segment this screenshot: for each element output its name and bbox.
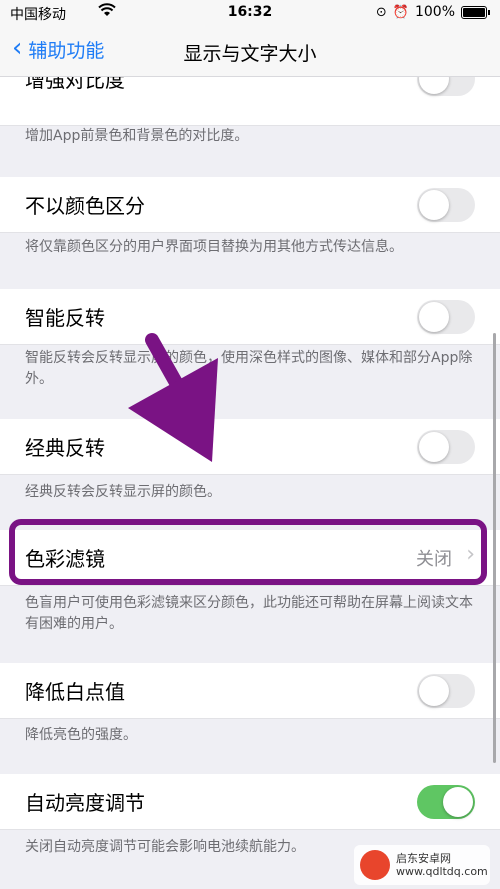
row-label: 智能反转 <box>25 306 105 330</box>
navigation-bar: ‹ 辅助功能 显示与文字大小 <box>0 26 500 77</box>
watermark: 启东安卓网 www.qdltdq.com <box>354 845 490 885</box>
toggle-knob <box>419 77 449 94</box>
row-label: 色彩滤镜 <box>25 547 105 571</box>
white-point-footer: 降低亮色的强度。 <box>25 727 137 743</box>
classic-invert-toggle[interactable] <box>417 430 475 464</box>
row-classic-invert[interactable]: 经典反转 <box>0 419 500 475</box>
differentiate-without-color-toggle[interactable] <box>417 188 475 222</box>
toggle-knob <box>419 190 449 220</box>
increase-contrast-toggle[interactable] <box>417 77 475 96</box>
row-auto-brightness[interactable]: 自动亮度调节 <box>0 774 500 830</box>
alarm-icon: ⏰ <box>392 4 409 20</box>
row-color-filters[interactable]: 色彩滤镜 关闭 › <box>0 530 500 586</box>
toggle-knob <box>419 302 449 332</box>
toggle-knob <box>443 787 473 817</box>
orientation-lock-icon: ⊙ <box>375 4 387 20</box>
status-bar: 中国移动 16:32 ⊙ ⏰ 100% <box>0 0 500 26</box>
smart-invert-toggle[interactable] <box>417 300 475 334</box>
row-reduce-white-point[interactable]: 降低白点值 <box>0 663 500 719</box>
row-smart-invert[interactable]: 智能反转 <box>0 289 500 345</box>
color-filters-value: 关闭 <box>416 549 452 570</box>
watermark-url: www.qdltdq.com <box>396 865 488 878</box>
increase-contrast-footer: 增加App前景色和背景色的对比度。 <box>25 128 249 144</box>
toggle-knob <box>419 676 449 706</box>
watermark-title: 启东安卓网 <box>396 852 451 865</box>
smart-invert-footer: 智能反转会反转显示屏的颜色，使用深色样式的图像、媒体和部分App除外。 <box>25 350 473 387</box>
reduce-white-point-toggle[interactable] <box>417 674 475 708</box>
color-filters-footer: 色盲用户可使用色彩滤镜来区分颜色，此功能还可帮助在屏幕上阅读文本有困难的用户。 <box>25 595 473 632</box>
differentiate-footer: 将仅靠颜色区分的用户界面项目替换为用其他方式传达信息。 <box>25 239 403 255</box>
row-label: 增强对比度 <box>25 77 125 92</box>
row-label: 降低白点值 <box>25 680 125 704</box>
row-label: 自动亮度调节 <box>25 791 145 815</box>
row-label: 经典反转 <box>25 436 105 460</box>
page-title: 显示与文字大小 <box>183 43 317 65</box>
battery-icon <box>461 5 487 19</box>
chevron-right-icon: › <box>466 542 475 567</box>
watermark-logo-icon <box>360 850 390 880</box>
row-increase-contrast[interactable]: 增强对比度 <box>0 77 500 126</box>
auto-brightness-toggle[interactable] <box>417 785 475 819</box>
row-label: 不以颜色区分 <box>25 194 145 218</box>
battery-percent: 100% <box>414 4 455 20</box>
classic-invert-footer: 经典反转会反转显示屏的颜色。 <box>25 484 221 500</box>
battery-tip <box>488 9 490 15</box>
row-differentiate-without-color[interactable]: 不以颜色区分 <box>0 177 500 233</box>
toggle-knob <box>419 432 449 462</box>
settings-list[interactable]: 增强对比度 增加App前景色和背景色的对比度。 不以颜色区分 将仅靠颜色区分的用… <box>0 77 500 889</box>
scrollbar[interactable] <box>493 333 496 763</box>
